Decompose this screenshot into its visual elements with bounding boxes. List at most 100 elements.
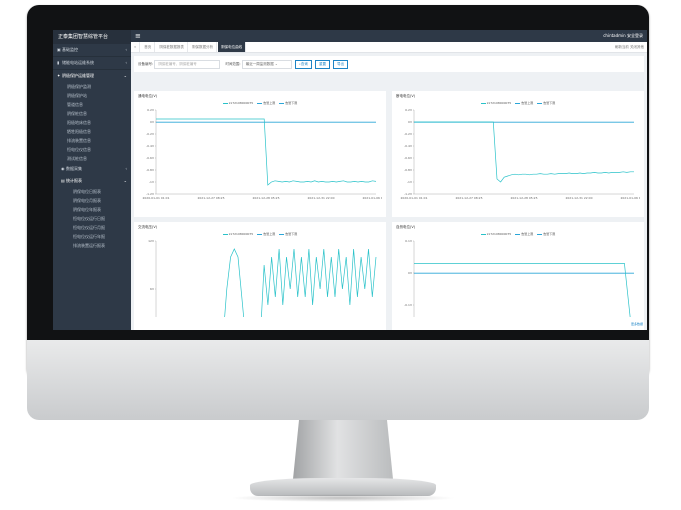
y-tick-label: 0V — [150, 120, 155, 124]
x-tick-label: 2021-12-31 22:00 — [565, 196, 592, 200]
sidebar-subitem[interactable]: 牺牲阳极信息 — [53, 127, 131, 136]
sidebar-report-item[interactable]: 阴保电位日报表 — [53, 187, 131, 196]
chart-svg: 0.2V0V-0.2V-0.4V-0.6V-0.8V-1V-1.2V2020-0… — [400, 108, 647, 200]
x-tick-label: 2021-12-28 05:25 — [252, 196, 279, 200]
brand-title: 正泰集团智慧综管平台 — [53, 30, 131, 44]
hamburger-icon[interactable]: ≡ — [135, 30, 141, 42]
sidebar-subitem[interactable]: 阴保桩信息 — [53, 109, 131, 118]
tab-bar: « 首页 阴保桩数据报表 阴保数据分析 阴保电位曲线 刷新当前 关闭其他 — [131, 42, 647, 53]
sidebar-subitem[interactable]: 排流装置信息 — [53, 136, 131, 145]
chart-svg: 0.2V0V-0.2V-0.4V-0.6V-0.8V-1V-1.2V2020-0… — [142, 108, 389, 200]
sidebar-subitem[interactable]: 恒电位仪信息 — [53, 145, 131, 154]
y-tick-label: 0.2V — [405, 108, 413, 112]
legend-label: 告警上限 — [521, 101, 534, 105]
y-tick-label: 0V — [408, 271, 413, 275]
sidebar-report-item[interactable]: 恒电位仪运行月报 — [53, 223, 131, 232]
more-data-link[interactable]: 更多数据 — [631, 322, 643, 326]
sidebar-item-label: 基础监控 — [62, 47, 78, 52]
legend-marker — [537, 102, 543, 104]
sidebar-item-label: 储能电站运维系统 — [62, 60, 94, 65]
chevron-left-icon: ‹ — [125, 60, 127, 65]
sidebar-report-item[interactable]: 阴保电位月报表 — [53, 196, 131, 205]
y-tick-label: -0.6V — [146, 156, 155, 160]
y-tick-label: -0.8V — [404, 168, 413, 172]
tab-actions[interactable]: 刷新当前 关闭其他 — [615, 42, 644, 52]
sidebar-group-collect[interactable]: ◉ 数据采集 ‹ — [53, 163, 131, 175]
y-tick-label: -0.4V — [146, 144, 155, 148]
tab-report[interactable]: 阴保桩数据报表 — [156, 42, 188, 52]
export-button-label: 导出 — [337, 61, 345, 66]
x-tick-label: 2021-01-06 19:00 — [362, 196, 382, 200]
top-bar: ≡ chintadmin 安全登录 — [131, 30, 647, 42]
time-label: 时间范围: — [225, 62, 241, 66]
reset-button[interactable]: 重置 — [314, 59, 330, 69]
series-line — [414, 263, 632, 330]
y-tick-label: -0.2V — [146, 132, 155, 136]
user-info[interactable]: chintadmin 安全登录 — [603, 30, 643, 42]
series-line — [414, 121, 634, 183]
search-button[interactable]: ⌕查询 — [294, 59, 312, 69]
time-select-value: 最近一周监测数据 — [245, 61, 274, 66]
legend-marker — [257, 233, 263, 235]
filter-bar: 设备编号: 阴保桩编号、阴保桩编号 时间范围: 最近一周监测数据 ⌄ ⌕查询 重… — [134, 56, 644, 72]
y-tick-label: -1V — [149, 180, 155, 184]
y-tick-label: 0.2V — [147, 108, 155, 112]
tab-home[interactable]: 首页 — [141, 42, 156, 52]
sidebar-report-item[interactable]: 恒电位仪运行年报 — [53, 232, 131, 241]
tab-analysis[interactable]: 阴保数据分析 — [189, 42, 218, 52]
search-button-label: 查询 — [300, 61, 308, 66]
legend-label: 告警下限 — [543, 101, 556, 105]
legend-marker — [515, 233, 521, 235]
sidebar-menu: ▣基础监控 ‹ ▮ 储能电站运维系统 ‹ ✦ 阴极保护运维管理 ⌄ 阴极保护监测 阴极保护站… — [53, 44, 131, 250]
sidebar-report-item[interactable]: 阴保电位年报表 — [53, 205, 131, 214]
x-tick-label: 2021-01-06 19:00 — [620, 196, 640, 200]
y-tick-label: 0V — [408, 120, 413, 124]
x-tick-label: 2020-01-01 01:01 — [142, 196, 169, 200]
screen: 正泰集团智慧综管平台 ▣基础监控 ‹ ▮ 储能电站运维系统 ‹ ✦ 阴极保护运维管理 ⌄ … — [53, 30, 647, 330]
legend-label: 告警上限 — [521, 232, 534, 236]
sidebar-subitem[interactable]: 阳极地床信息 — [53, 118, 131, 127]
legend-marker — [222, 233, 228, 235]
sidebar-group-report[interactable]: ▤统计报表 ⌄ — [53, 175, 131, 187]
sidebar-item-cathodic[interactable]: ✦ 阴极保护运维管理 ⌄ — [53, 70, 131, 82]
legend-marker — [480, 102, 486, 104]
sidebar-report-item[interactable]: 排流装置运行报表 — [53, 241, 131, 250]
chart-title: 通电电位(V) — [138, 94, 158, 98]
device-input[interactable]: 阴保桩编号、阴保桩编号 — [154, 59, 221, 69]
sidebar: 正泰集团智慧综管平台 ▣基础监控 ‹ ▮ 储能电站运维系统 ‹ ✦ 阴极保护运维管理 ⌄ … — [53, 30, 131, 330]
monitor-chin — [27, 340, 649, 420]
sidebar-subitem[interactable]: 测试桩信息 — [53, 154, 131, 163]
y-tick-label: 6V — [150, 287, 155, 291]
tab-curve[interactable]: 阴保电位曲线 — [218, 42, 247, 52]
x-tick-label: 2021-12-31 22:00 — [307, 196, 334, 200]
legend-label: 告警下限 — [285, 101, 298, 105]
device-label: 设备编号: — [138, 62, 154, 66]
time-select[interactable]: 最近一周监测数据 ⌄ — [241, 59, 292, 69]
legend-label: 告警上限 — [263, 101, 276, 105]
sidebar-subitem[interactable]: 管道信息 — [53, 100, 131, 109]
y-tick-label: 0.1V — [405, 239, 413, 243]
sidebar-subitem[interactable]: 阴极保护监测 — [53, 82, 131, 91]
main-area: ≡ chintadmin 安全登录 « 首页 阴保桩数据报表 阴保数据分析 阴保… — [131, 30, 647, 330]
sidebar-subitem[interactable]: 阴极保护站 — [53, 91, 131, 100]
tab-back-icon[interactable]: « — [131, 42, 141, 52]
chart-svg: 0.1V 0V -0.1V — [404, 239, 634, 330]
legend-label: z172108000075 — [228, 101, 254, 105]
legend-marker — [537, 233, 543, 235]
sidebar-report-item[interactable]: 恒电位仪运行日报 — [53, 214, 131, 223]
export-button[interactable]: 导出 — [333, 59, 349, 69]
series-line — [156, 118, 377, 186]
legend-label: z172108000075 — [228, 232, 254, 236]
legend-label: z172108000075 — [486, 232, 512, 236]
sidebar-group-label: 统计报表 — [66, 178, 82, 183]
legend-marker — [279, 233, 285, 235]
y-tick-label: -1V — [407, 180, 413, 184]
x-tick-label: 2021-12-27 08:25 — [455, 196, 482, 200]
legend-marker — [257, 102, 263, 104]
y-tick-label: -0.2V — [404, 132, 413, 136]
sidebar-item-monitor[interactable]: ▣基础监控 ‹ — [53, 44, 131, 57]
chevron-down-icon: ⌄ — [123, 73, 127, 78]
reset-button-label: 重置 — [318, 61, 326, 66]
chart-title: 自然电位(V) — [396, 225, 416, 229]
sidebar-item-storage[interactable]: ▮ 储能电站运维系统 ‹ — [53, 57, 131, 70]
